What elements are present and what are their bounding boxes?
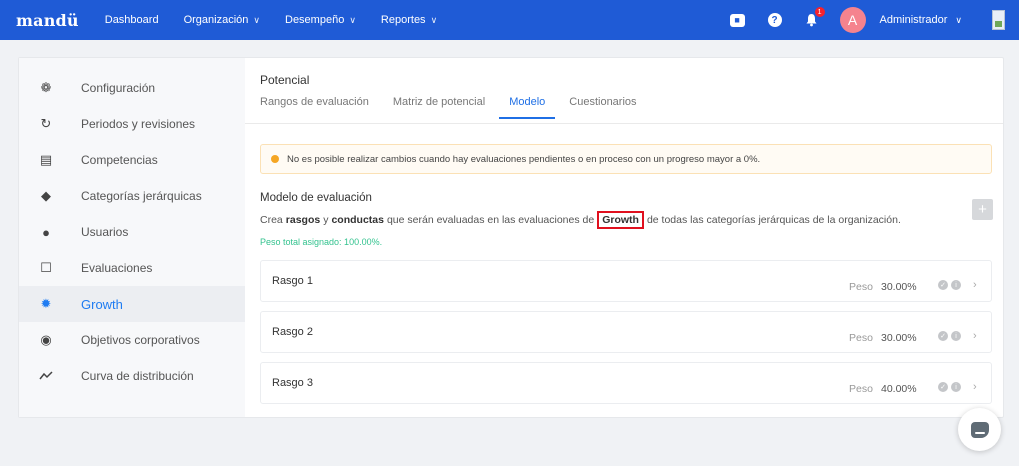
chevron-down-icon[interactable]: ∨ xyxy=(955,15,962,26)
gear-icon: ❁ xyxy=(40,80,52,95)
sidebar-item-growth[interactable]: ✹ Growth xyxy=(19,286,245,322)
sidebar-item-label: Usuarios xyxy=(81,225,129,239)
sidebar: ❁ Configuración ↻ Periodos y revisiones … xyxy=(19,58,245,417)
sidebar-item-competencias[interactable]: ▤ Competencias xyxy=(19,142,245,178)
desc-text: y xyxy=(323,214,329,226)
clipboard-icon: ☐ xyxy=(40,260,52,275)
nav-dashboard-label: Dashboard xyxy=(104,14,159,26)
info-icon[interactable]: i xyxy=(951,382,961,392)
nav-organizacion-label: Organización xyxy=(183,14,249,26)
rasgo-actions: ✓ i xyxy=(938,382,964,392)
settings-card: ❁ Configuración ↻ Periodos y revisiones … xyxy=(18,57,1004,418)
layers-icon: ◆ xyxy=(41,188,51,203)
weight-value: 30.00% xyxy=(881,332,917,344)
nav-reportes[interactable]: Reportes ∨ xyxy=(381,14,437,26)
sidebar-item-curva[interactable]: Curva de distribución xyxy=(19,358,245,394)
nav-reportes-label: Reportes xyxy=(380,14,426,26)
rasgo-actions: ✓ i xyxy=(938,331,964,341)
sidebar-item-label: Evaluaciones xyxy=(81,261,153,275)
notifications-bell-icon[interactable]: 1 xyxy=(804,7,825,28)
chevron-right-icon[interactable]: › xyxy=(973,279,977,291)
rasgo-actions: ✓ i xyxy=(938,280,964,290)
nav-dashboard[interactable]: Dashboard xyxy=(105,14,159,26)
top-navbar: mandü Dashboard Organización ∨ Desempeño ∨… xyxy=(0,0,1019,40)
sidebar-item-label: Categorías jerárquicas xyxy=(81,189,202,203)
target-icon: ◉ xyxy=(40,332,52,347)
sidebar-item-label: Growth xyxy=(81,296,123,312)
chevron-down-icon: ∨ xyxy=(253,14,260,25)
nav-desempeno-label: Desempeño xyxy=(285,14,345,26)
sidebar-item-configuracion[interactable]: ❁ Configuración xyxy=(19,70,245,106)
sidebar-item-categorias[interactable]: ◆ Categorías jerárquicas xyxy=(19,178,245,214)
rasgo-row[interactable]: Rasgo 2 Peso 30.00% ✓ i › xyxy=(260,311,992,353)
user-name[interactable]: Administrador xyxy=(880,14,948,26)
edit-icon[interactable]: ✓ xyxy=(938,280,948,290)
user-icon: ● xyxy=(42,224,50,240)
sidebar-item-usuarios[interactable]: ● Usuarios xyxy=(19,214,245,250)
desc-text: Crea xyxy=(260,214,283,226)
edit-icon[interactable]: ✓ xyxy=(938,331,948,341)
info-icon[interactable]: i xyxy=(951,331,961,341)
avatar[interactable]: A xyxy=(839,7,866,33)
edit-icon[interactable]: ✓ xyxy=(938,382,948,392)
sidebar-item-label: Objetivos corporativos xyxy=(81,333,200,347)
weight-value: 30.00% xyxy=(881,281,917,293)
sidebar-item-label: Curva de distribución xyxy=(81,369,194,383)
sidebar-item-periodos[interactable]: ↻ Periodos y revisiones xyxy=(19,106,245,142)
alert-text: No es posible realizar cambios cuando ha… xyxy=(287,153,761,165)
refresh-icon: ↻ xyxy=(40,116,52,131)
add-rasgo-button[interactable]: + xyxy=(972,199,993,220)
model-title: Modelo de evaluación xyxy=(260,192,372,204)
tab-rangos[interactable]: Rangos de evaluación xyxy=(260,96,369,119)
bulb-icon: ✹ xyxy=(40,296,52,311)
chevron-right-icon[interactable]: › xyxy=(973,381,977,393)
notification-badge: 1 xyxy=(814,7,825,17)
tab-matriz[interactable]: Matriz de potencial xyxy=(393,96,485,119)
nav-desempeno[interactable]: Desempeño ∨ xyxy=(285,14,356,26)
warning-icon xyxy=(271,155,279,163)
chat-launcher-button[interactable] xyxy=(958,408,1001,451)
weight-label: Peso xyxy=(849,281,873,293)
tab-cuestionarios[interactable]: Cuestionarios xyxy=(569,96,636,119)
desc-text: de todas las categorías jerárquicas de l… xyxy=(646,214,901,226)
sidebar-item-label: Configuración xyxy=(81,81,156,95)
model-description: Crea rasgos y conductas que serán evalua… xyxy=(260,211,901,229)
chevron-down-icon: ∨ xyxy=(430,14,438,25)
chat-icon xyxy=(970,421,989,438)
total-weight-label: Peso total asignado: 100.00%. xyxy=(260,237,383,247)
sidebar-item-label: Periodos y revisiones xyxy=(81,117,196,131)
info-icon[interactable]: i xyxy=(951,280,961,290)
trend-line-icon xyxy=(39,371,53,380)
rasgo-name: Rasgo 1 xyxy=(272,275,313,287)
weight-value: 40.00% xyxy=(881,383,917,395)
rasgo-row[interactable]: Rasgo 3 Peso 40.00% ✓ i › xyxy=(260,362,992,404)
brand-logo[interactable]: mandü xyxy=(16,11,79,30)
sidebar-item-objetivos[interactable]: ◉ Objetivos corporativos xyxy=(19,322,245,358)
warning-alert: No es posible realizar cambios cuando ha… xyxy=(260,144,992,174)
desc-bold-rasgos: rasgos xyxy=(285,214,321,226)
help-icon[interactable]: ? xyxy=(767,13,782,27)
tabs-divider xyxy=(245,123,1003,124)
tab-modelo[interactable]: Modelo xyxy=(499,96,556,119)
tab-bar: Rangos de evaluación Matriz de potencial… xyxy=(260,96,661,119)
nav-organizacion[interactable]: Organización ∨ xyxy=(184,14,260,26)
briefcase-icon[interactable]: ■ xyxy=(729,13,745,27)
highlighted-growth: Growth xyxy=(597,211,644,229)
bank-icon: ▤ xyxy=(39,152,53,167)
trend-icon xyxy=(38,368,54,384)
desc-text: que serán evaluadas en las evaluaciones … xyxy=(386,214,595,226)
weight-label: Peso xyxy=(849,332,873,344)
chevron-down-icon: ∨ xyxy=(349,14,356,25)
broken-image-icon xyxy=(992,10,1005,30)
rasgo-row[interactable]: Rasgo 1 Peso 30.00% ✓ i › xyxy=(260,260,992,302)
sidebar-item-label: Competencias xyxy=(81,153,158,167)
weight-label: Peso xyxy=(849,383,873,395)
chevron-right-icon[interactable]: › xyxy=(973,330,977,342)
rasgo-name: Rasgo 3 xyxy=(272,377,313,389)
sidebar-item-evaluaciones[interactable]: ☐ Evaluaciones xyxy=(19,250,245,286)
page-title: Potencial xyxy=(260,73,310,87)
rasgo-name: Rasgo 2 xyxy=(272,326,313,338)
main-content: Potencial Rangos de evaluación Matriz de… xyxy=(245,58,1003,417)
desc-bold-conductas: conductas xyxy=(331,214,384,226)
